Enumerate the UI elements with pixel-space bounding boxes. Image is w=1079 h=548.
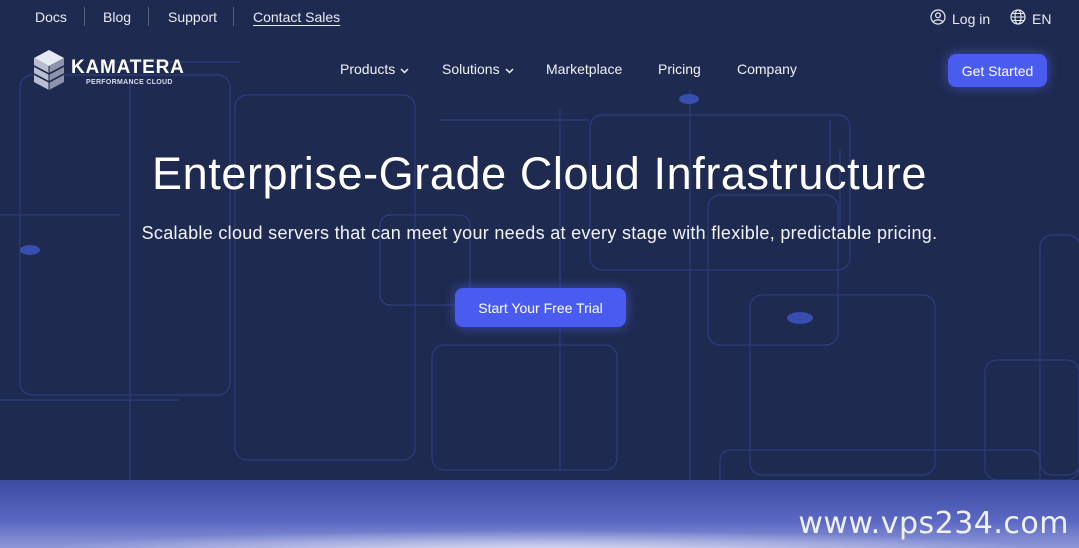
cube-stack-icon: [33, 49, 65, 96]
watermark-text: www.vps234.com: [798, 506, 1069, 541]
chevron-down-icon: [505, 61, 514, 77]
kamatera-logo[interactable]: KAMATERA PERFORMANCE CLOUD: [33, 49, 185, 96]
hero-subtitle: Scalable cloud servers that can meet you…: [141, 223, 938, 243]
get-started-button[interactable]: Get Started: [948, 54, 1047, 87]
language-label: EN: [1032, 10, 1052, 27]
start-free-trial-button[interactable]: Start Your Free Trial: [455, 288, 626, 327]
language-selector[interactable]: EN: [1010, 9, 1051, 28]
chevron-down-icon: [400, 61, 409, 77]
blog-link[interactable]: Blog: [103, 9, 131, 25]
divider: [233, 7, 234, 26]
nav-solutions-label: Solutions: [442, 61, 500, 77]
nav-solutions[interactable]: Solutions: [442, 61, 514, 77]
main-navigation: KAMATERA PERFORMANCE CLOUD Products Solu…: [0, 44, 1079, 96]
nav-products[interactable]: Products: [340, 61, 409, 77]
login-link[interactable]: Log in: [930, 9, 990, 28]
top-utility-bar: Docs Blog Support Contact Sales Log in E…: [0, 0, 1079, 34]
nav-products-label: Products: [340, 61, 396, 77]
globe-icon: [1010, 9, 1026, 28]
support-link[interactable]: Support: [168, 9, 217, 25]
nav-company[interactable]: Company: [737, 61, 797, 77]
divider: [84, 7, 85, 26]
divider: [148, 7, 149, 26]
logo-name: KAMATERA: [71, 57, 185, 78]
login-label: Log in: [952, 10, 991, 27]
logo-tagline: PERFORMANCE CLOUD: [86, 79, 173, 86]
contact-sales-link[interactable]: Contact Sales: [253, 9, 340, 25]
nav-pricing[interactable]: Pricing: [658, 61, 701, 77]
hero-title: Enterprise-Grade Cloud Infrastructure: [151, 148, 928, 199]
docs-link[interactable]: Docs: [35, 9, 67, 25]
user-circle-icon: [930, 9, 946, 28]
nav-marketplace[interactable]: Marketplace: [546, 61, 622, 77]
